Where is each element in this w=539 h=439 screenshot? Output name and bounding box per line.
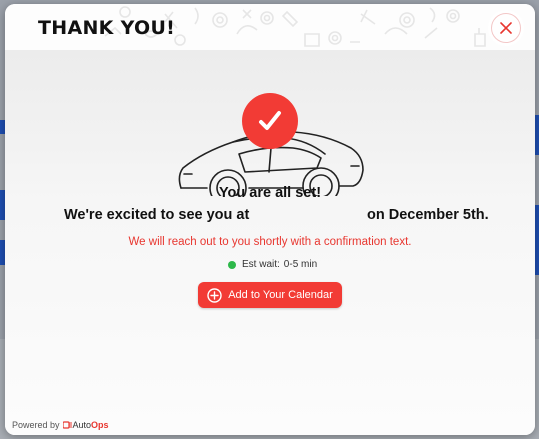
brand-auto-text: Auto [72,420,92,430]
autoops-logo-icon [62,421,72,429]
modal-header: THANK YOU! [5,4,535,50]
powered-by-footer: Powered by Auto Ops [12,420,109,430]
estimated-wait: Est wait: 0-5 min [228,259,317,270]
modal-body: You are all set! We're excited to see yo… [5,50,535,435]
brand-ops-text: Ops [91,420,109,430]
confirmation-headline: You are all set! [218,185,322,201]
confirmation-notice: We will reach out to you shortly with a … [128,236,412,248]
success-check-badge [242,93,298,149]
appointment-summary: We're excited to see you at on December … [5,207,535,227]
thank-you-modal: THANK YOU! You are all set! We're excite… [5,4,535,435]
appointment-prefix: We're excited to see you at [64,207,250,223]
wait-value: 0-5 min [283,259,318,270]
autoops-brand[interactable]: Auto Ops [62,420,109,430]
appointment-date: on December 5th. [367,207,489,223]
add-to-calendar-label: Add to Your Calendar [228,289,333,301]
modal-title: THANK YOU! [38,17,176,39]
wait-label: Est wait: [242,259,280,270]
powered-by-label: Powered by [12,420,60,430]
add-to-calendar-button[interactable]: Add to Your Calendar [198,282,342,308]
close-icon [500,22,512,34]
checkmark-icon [259,111,281,130]
close-button[interactable] [491,13,521,43]
plus-circle-icon [207,287,222,303]
status-dot-icon [228,260,236,269]
